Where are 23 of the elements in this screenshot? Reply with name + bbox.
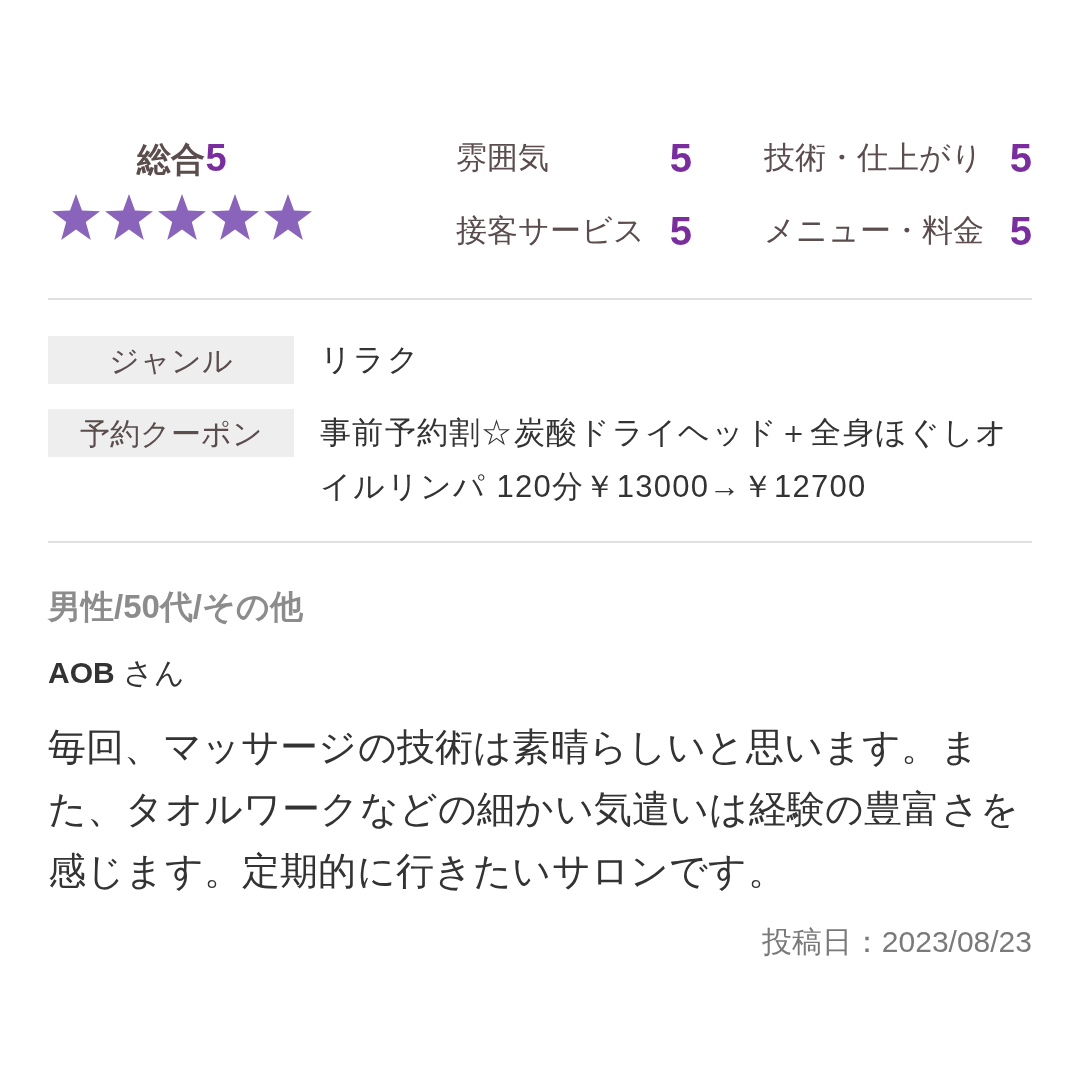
detail-value: 事前予約割☆炭酸ドライヘッド＋全身ほぐしオイルリンパ 120分￥13000→￥12700	[319, 414, 1010, 506]
star-icon	[211, 194, 259, 240]
overall-score: 5	[205, 136, 227, 181]
rating-label: 雰囲気	[456, 138, 549, 177]
detail-value: リラク	[319, 341, 420, 379]
review-text: 毎回、マッサージの技術は素晴らしいと思います。また、タオルワークなどの細かい気遣いは経験の豊富さを感じます。定期的に行きたいサロンです。	[48, 725, 1020, 894]
rating-score: 5	[669, 135, 692, 182]
rating-label: 技術・仕上がり	[764, 138, 983, 177]
star-icon	[264, 194, 312, 240]
rating-score: 5	[1009, 208, 1032, 255]
rating-label: 接客サービス	[456, 211, 645, 250]
post-date: 投稿日：2023/08/23	[761, 924, 1032, 960]
overall-label: 総合	[137, 139, 206, 180]
rating-label: メニュー・料金	[764, 211, 984, 250]
star-icon	[52, 194, 100, 240]
rating-score: 5	[669, 208, 692, 255]
star-icon	[105, 194, 153, 240]
star-icon	[158, 194, 206, 240]
detail-label: ジャンル	[48, 336, 294, 384]
reviewer-name: AOB さん	[48, 655, 186, 691]
detail-label: 予約クーポン	[48, 409, 294, 457]
rating-score: 5	[1009, 135, 1032, 182]
reviewer-profile: 男性/50代/その他	[48, 587, 305, 627]
